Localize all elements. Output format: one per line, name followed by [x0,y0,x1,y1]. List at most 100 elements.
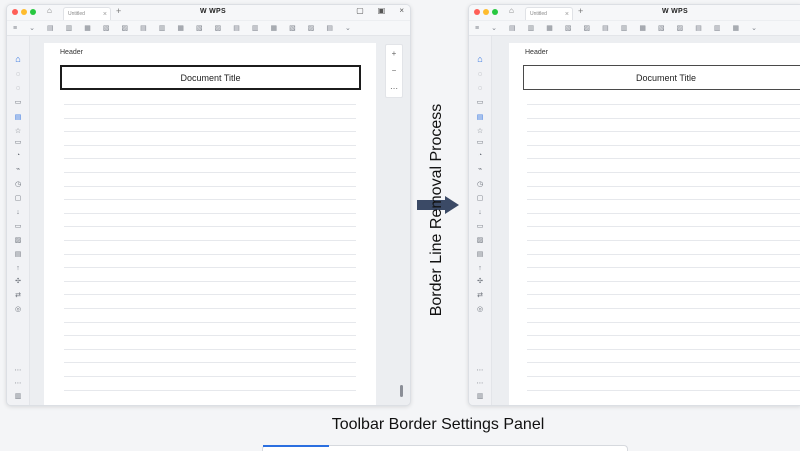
plugin-icon[interactable]: ✣ [475,277,485,287]
home-icon[interactable]: ⌂ [13,54,23,64]
download-icon[interactable]: ↓ [475,208,485,218]
card-icon[interactable]: ▭ [13,222,23,232]
close-tab-icon[interactable]: × [103,8,107,21]
box-icon[interactable]: ▢ [475,194,485,204]
more-icon[interactable]: ▤ [326,24,333,32]
recent-icon[interactable]: ◌ [475,70,485,80]
print-icon[interactable]: ▦ [84,24,91,32]
home-icon[interactable]: ⌂ [475,54,485,64]
more-dots-icon[interactable]: ⋯ [475,366,485,376]
chart-icon[interactable]: ▧ [658,24,665,32]
zoom-in-button[interactable]: + [392,49,397,58]
cloud-icon[interactable]: ◌ [13,84,23,94]
layout-icon[interactable]: ▥ [714,24,721,32]
document-page[interactable]: Header Document Title [509,43,800,405]
settings-icon[interactable]: ◎ [475,305,485,315]
share-icon[interactable]: ◔ [475,151,485,161]
document-tab[interactable]: Untitled × [63,7,111,20]
minimize-window-button[interactable] [21,9,27,15]
fullscreen-icon[interactable]: ▣ [378,6,386,15]
document-title-box[interactable]: Document Title [523,65,800,90]
zoom-out-button[interactable]: − [392,66,397,75]
table-icon[interactable]: ▤ [140,24,147,32]
chart-icon[interactable]: ▧ [196,24,203,32]
format-icon[interactable]: ▧ [565,24,572,32]
image-icon[interactable]: ▥ [621,24,628,32]
zoom-more-button[interactable]: ⋯ [390,84,398,93]
template-icon[interactable]: ▤ [13,113,23,123]
plugin-icon[interactable]: ✣ [13,277,23,287]
more-dots-icon[interactable]: ⋯ [13,366,23,376]
template-icon[interactable]: ▤ [475,113,485,123]
document-page[interactable]: Header Document Title [44,43,376,405]
layout-icon[interactable]: ▥ [252,24,259,32]
settings-icon[interactable]: ◎ [13,305,23,315]
star-icon[interactable]: ☆ [13,127,23,137]
more-dots-icon-2[interactable]: ⋯ [13,379,23,389]
border-icon[interactable]: ▤ [233,24,240,32]
sync-icon[interactable]: ⇄ [13,291,23,301]
close-tab-icon[interactable]: × [565,8,569,21]
shape-icon[interactable]: ▦ [639,24,646,32]
format-icon[interactable]: ▧ [103,24,110,32]
folder-icon[interactable]: ▭ [475,98,485,108]
maximize-window-button[interactable] [492,9,498,15]
clock-icon[interactable]: ◷ [475,180,485,190]
shape-icon[interactable]: ▦ [177,24,184,32]
text-icon[interactable]: ▨ [215,24,222,32]
table-icon[interactable]: ▤ [602,24,609,32]
options-chevron-icon[interactable]: ⌄ [751,24,757,32]
review-icon[interactable]: ▦ [270,24,277,32]
new-tab-button[interactable]: + [116,6,121,16]
file-icon[interactable]: ▤ [47,24,54,32]
border-icon[interactable]: ▤ [695,24,702,32]
folder-icon[interactable]: ▭ [13,98,23,108]
card-icon[interactable]: ▭ [475,222,485,232]
maximize-window-button[interactable] [30,9,36,15]
close-icon[interactable]: × [399,6,404,15]
insert-icon[interactable]: ▨ [121,24,128,32]
page-icon[interactable]: ▭ [13,138,23,148]
star-icon[interactable]: ☆ [475,127,485,137]
restore-icon[interactable]: ▢ [356,6,364,15]
pin-tool-icon[interactable]: ↑ [13,264,23,274]
share-icon[interactable]: ◔ [13,151,23,161]
calendar-icon[interactable]: ▤ [13,250,23,260]
close-window-button[interactable] [474,9,480,15]
new-tab-button[interactable]: + [578,6,583,16]
trash-icon[interactable]: ▥ [475,392,485,402]
page-icon[interactable]: ▭ [475,138,485,148]
tools-icon[interactable]: ▨ [308,24,315,32]
image-icon[interactable]: ▥ [159,24,166,32]
tag-icon[interactable]: ⌁ [475,165,485,175]
recent-icon[interactable]: ◌ [13,70,23,80]
toolbar-chevron-icon[interactable]: ⌄ [29,24,35,32]
insert-icon[interactable]: ▨ [583,24,590,32]
document-title-box[interactable]: Document Title [60,65,361,90]
document-tab[interactable]: Untitled × [525,7,573,20]
tag-icon[interactable]: ⌁ [13,165,23,175]
cloud-icon[interactable]: ◌ [475,84,485,94]
save-icon[interactable]: ▥ [66,24,73,32]
text-icon[interactable]: ▨ [677,24,684,32]
trash-icon[interactable]: ▥ [13,392,23,402]
options-chevron-icon[interactable]: ⌄ [345,24,351,32]
gallery-icon[interactable]: ▨ [13,236,23,246]
calendar-icon[interactable]: ▤ [475,250,485,260]
box-icon[interactable]: ▢ [13,194,23,204]
clock-icon[interactable]: ◷ [13,180,23,190]
save-icon[interactable]: ▥ [528,24,535,32]
close-window-button[interactable] [12,9,18,15]
scrollbar-thumb[interactable] [400,385,403,397]
print-icon[interactable]: ▦ [546,24,553,32]
download-icon[interactable]: ↓ [13,208,23,218]
review-icon[interactable]: ▦ [732,24,739,32]
file-icon[interactable]: ▤ [509,24,516,32]
toolbar-chevron-icon[interactable]: ⌄ [491,24,497,32]
sync-icon[interactable]: ⇄ [475,291,485,301]
gallery-icon[interactable]: ▨ [475,236,485,246]
pin-tool-icon[interactable]: ↑ [475,264,485,274]
pin-icon[interactable]: ⌂ [509,6,514,15]
pin-icon[interactable]: ⌂ [47,6,52,15]
menu-icon[interactable]: ≡ [475,25,479,32]
